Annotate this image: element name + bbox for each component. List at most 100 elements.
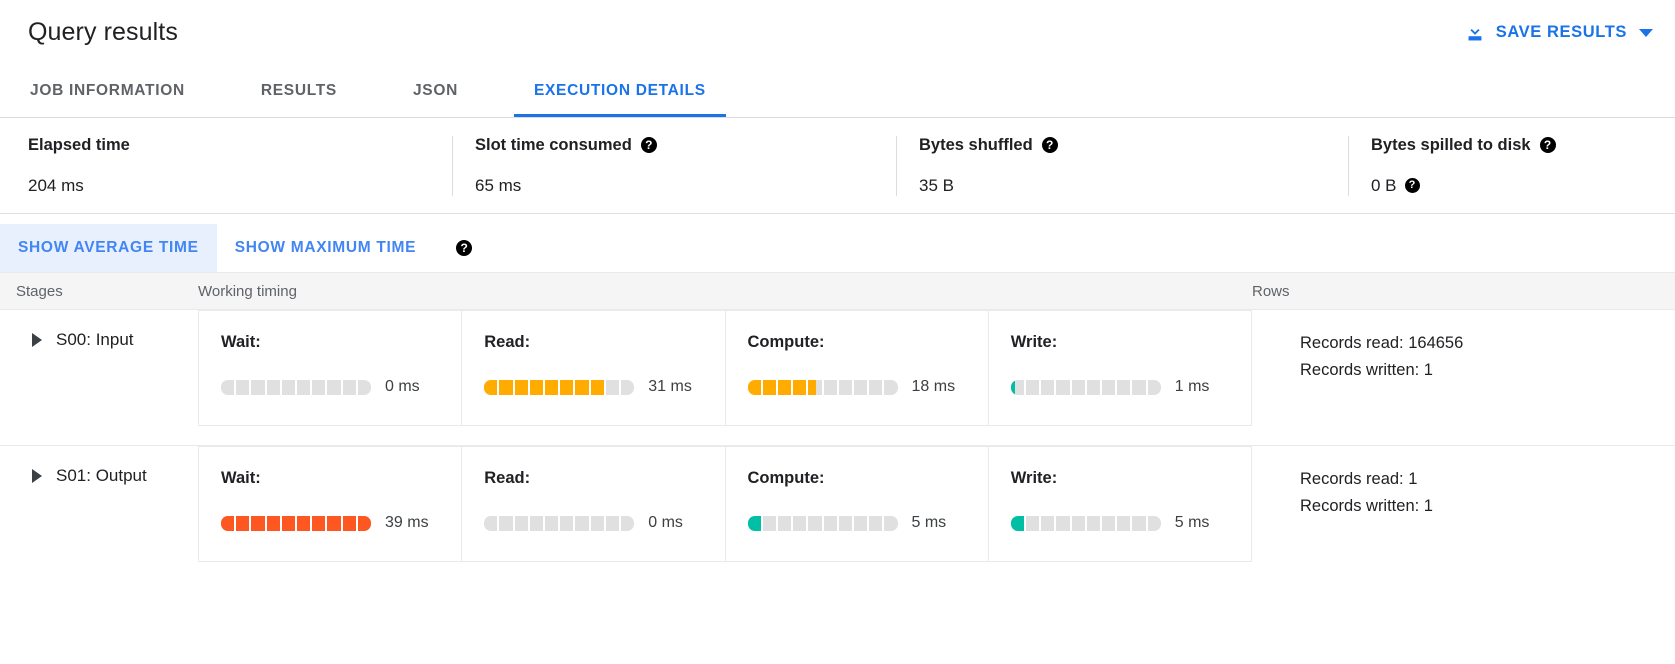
metric-bytes-shuffled-value: 35 B [919, 176, 1348, 196]
bar-segment-fill [1011, 516, 1024, 531]
phase-bar-row: 0 ms [221, 378, 461, 396]
tab-bar: JOB INFORMATION RESULTS JSON EXECUTION D… [0, 65, 1675, 118]
chevron-down-icon[interactable] [1639, 29, 1653, 37]
bar-segment [499, 380, 512, 395]
bar-segment [1102, 516, 1115, 531]
tab-job-information[interactable]: JOB INFORMATION [28, 65, 187, 117]
bar-segment-fill [763, 380, 776, 395]
phase-wait: Wait: 39 ms [199, 447, 461, 561]
bar-segment-fill [748, 516, 761, 531]
bar-segment-fill [545, 380, 558, 395]
bar-segment-fill [343, 516, 356, 531]
bar-segment [267, 380, 280, 395]
bar-segment [236, 380, 249, 395]
bar-segment-fill [267, 516, 280, 531]
bar-segment-fill [560, 380, 573, 395]
bar-segment [358, 516, 371, 531]
metric-label-text: Elapsed time [28, 136, 130, 155]
bar-segment [621, 516, 634, 531]
help-circle-icon[interactable]: ? [1405, 178, 1420, 193]
bar-segment [545, 380, 558, 395]
column-header-working-timing: Working timing [198, 283, 1252, 300]
phase-time-label: 5 ms [1175, 514, 1210, 532]
chevron-right-icon[interactable] [32, 469, 42, 483]
bar-segment [312, 380, 325, 395]
bar-segment-fill [515, 380, 528, 395]
bar-segment [1026, 516, 1039, 531]
bar-segment-fill [793, 380, 806, 395]
phase-progress-bar [221, 516, 371, 531]
phase-bar-row: 5 ms [748, 514, 988, 532]
phase-bar-row: 5 ms [1011, 514, 1251, 532]
bar-segment [1087, 380, 1100, 395]
show-maximum-time-button[interactable]: SHOW MAXIMUM TIME [217, 224, 435, 272]
metric-label-text: Slot time consumed [475, 136, 632, 155]
bar-segment [884, 380, 897, 395]
phase-label: Write: [1011, 469, 1251, 488]
save-results-button[interactable]: SAVE RESULTS [1464, 22, 1653, 44]
bar-segment [327, 516, 340, 531]
timing-card: Wait: 0 ms Read: 31 ms Compute: [198, 310, 1252, 426]
bar-segment [778, 516, 791, 531]
bar-segment-fill [575, 380, 588, 395]
bar-segment-fill [499, 380, 512, 395]
bar-segment-fill [748, 380, 761, 395]
phase-write: Write: 5 ms [988, 447, 1251, 561]
stage-row-toggle-s00[interactable]: S00: Input [0, 310, 198, 350]
rows-cell: Records read: 1 Records written: 1 [1252, 446, 1675, 519]
bar-segment-fill [312, 516, 325, 531]
records-written-label: Records written: 1 [1300, 493, 1675, 520]
metric-label-text: Bytes shuffled [919, 136, 1033, 155]
metric-bytes-shuffled: Bytes shuffled ? 35 B [896, 136, 1348, 196]
stage-row-toggle-s01[interactable]: S01: Output [0, 446, 198, 486]
bar-segment [1132, 380, 1145, 395]
bar-segment [1041, 380, 1054, 395]
phase-progress-bar [484, 516, 634, 531]
phase-time-label: 39 ms [385, 514, 429, 532]
bar-segment-fill [530, 380, 543, 395]
help-circle-icon[interactable]: ? [1540, 137, 1556, 153]
chevron-right-icon[interactable] [32, 333, 42, 347]
help-circle-icon[interactable]: ? [456, 240, 472, 256]
metric-bytes-spilled-to-disk: Bytes spilled to disk ? 0 B ? [1348, 136, 1675, 196]
tab-json[interactable]: JSON [411, 65, 460, 117]
tab-execution-details[interactable]: EXECUTION DETAILS [532, 65, 708, 117]
bar-segment [297, 380, 310, 395]
bar-segment [793, 380, 806, 395]
bar-segment [1148, 516, 1161, 531]
records-read-label: Records read: 164656 [1300, 330, 1675, 357]
phase-read: Read: 0 ms [461, 447, 724, 561]
metrics-summary: Elapsed time 204 ms Slot time consumed ?… [0, 118, 1675, 214]
tab-results[interactable]: RESULTS [259, 65, 339, 117]
stages-table-body: S00: Input Wait: 0 ms Read: 31 ms [0, 310, 1675, 582]
show-average-time-button[interactable]: SHOW AVERAGE TIME [0, 224, 217, 272]
bar-segment [1056, 516, 1069, 531]
bar-segment [282, 380, 295, 395]
metric-elapsed-time-value: 204 ms [28, 176, 452, 196]
help-circle-icon[interactable]: ? [1042, 137, 1058, 153]
phase-read: Read: 31 ms [461, 311, 724, 425]
bar-segment-fill [221, 516, 234, 531]
bar-segment [606, 516, 619, 531]
bar-segment [560, 380, 573, 395]
bar-segment [793, 516, 806, 531]
bar-segment [1072, 516, 1085, 531]
phase-time-label: 0 ms [648, 514, 683, 532]
help-circle-icon[interactable]: ? [641, 137, 657, 153]
phase-write: Write: 1 ms [988, 311, 1251, 425]
bar-segment [1011, 380, 1024, 395]
phase-bar-row: 18 ms [748, 378, 988, 396]
working-timing-cell: Wait: 0 ms Read: 31 ms Compute: [198, 310, 1252, 426]
phase-time-label: 5 ms [912, 514, 947, 532]
bar-segment [748, 380, 761, 395]
bar-segment [221, 516, 234, 531]
bar-segment [499, 516, 512, 531]
bar-segment [251, 380, 264, 395]
phase-bar-row: 0 ms [484, 514, 724, 532]
bar-segment [1132, 516, 1145, 531]
rows-cell: Records read: 164656 Records written: 1 [1252, 310, 1675, 383]
bar-segment [1072, 380, 1085, 395]
bar-segment [884, 516, 897, 531]
records-written-label: Records written: 1 [1300, 357, 1675, 384]
metric-bytes-spilled-to-disk-label: Bytes spilled to disk ? [1371, 136, 1675, 155]
